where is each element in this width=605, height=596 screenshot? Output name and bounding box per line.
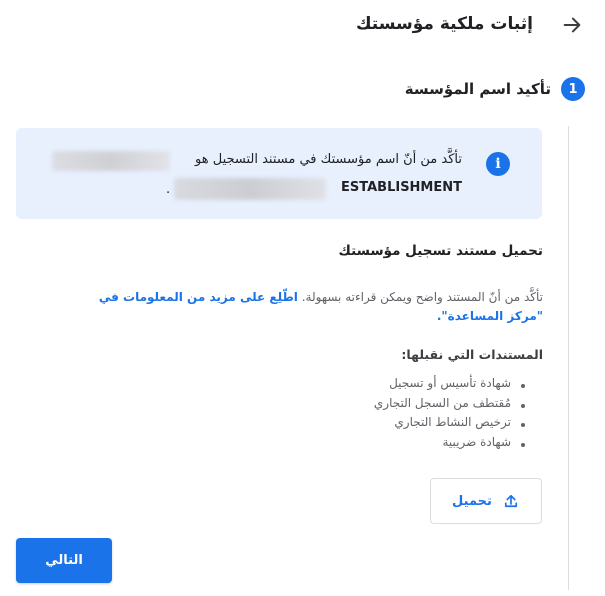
upload-icon (504, 494, 518, 508)
upload-hint-text: تأكَّد من أنّ المستند واضح ويمكن قراءته … (297, 290, 543, 304)
accepted-documents-heading: المستندات التي نقبلها: (401, 347, 543, 362)
redacted-name-part-2 (174, 178, 326, 200)
step-header: 1 تأكيد اسم المؤسسة (405, 76, 585, 102)
organization-name: ESTABLISHMENT (341, 180, 462, 195)
page: إثبات ملكية مؤسستك 1 تأكيد اسم المؤسسة i… (0, 0, 605, 596)
next-button[interactable]: التالي (16, 538, 112, 583)
step-number-badge: 1 (561, 77, 585, 101)
step-title: تأكيد اسم المؤسسة (404, 80, 551, 98)
upload-button-label: تحميل (452, 493, 492, 509)
info-icon: i (486, 152, 510, 176)
upload-hint: تأكَّد من أنّ المستند واضح ويمكن قراءته … (60, 288, 543, 326)
list-item: مُقتطف من السجل التجاري (374, 396, 526, 416)
list-item: شهادة تأسيس أو تسجيل (374, 376, 526, 396)
accepted-documents-list: شهادة تأسيس أو تسجيل مُقتطف من السجل الت… (374, 376, 526, 455)
upload-heading: تحميل مستند تسجيل مؤسستك (338, 243, 543, 259)
info-message: تأكَّد من أنّ اسم مؤسستك في مستند التسجي… (195, 152, 462, 167)
list-item: شهادة ضريبية (374, 435, 526, 455)
upload-button[interactable]: تحميل (430, 478, 542, 524)
header: إثبات ملكية مؤسستك (0, 8, 605, 44)
list-item: ترخيص النشاط التجاري (374, 415, 526, 435)
step-connector-line (568, 126, 569, 590)
info-period: . (166, 182, 171, 197)
page-title: إثبات ملكية مؤسستك (355, 14, 533, 34)
info-banner: i تأكَّد من أنّ اسم مؤسستك في مستند التس… (16, 128, 542, 219)
arrow-back-icon (563, 17, 581, 33)
back-button[interactable] (557, 10, 587, 40)
redacted-name-part-1 (52, 151, 170, 171)
